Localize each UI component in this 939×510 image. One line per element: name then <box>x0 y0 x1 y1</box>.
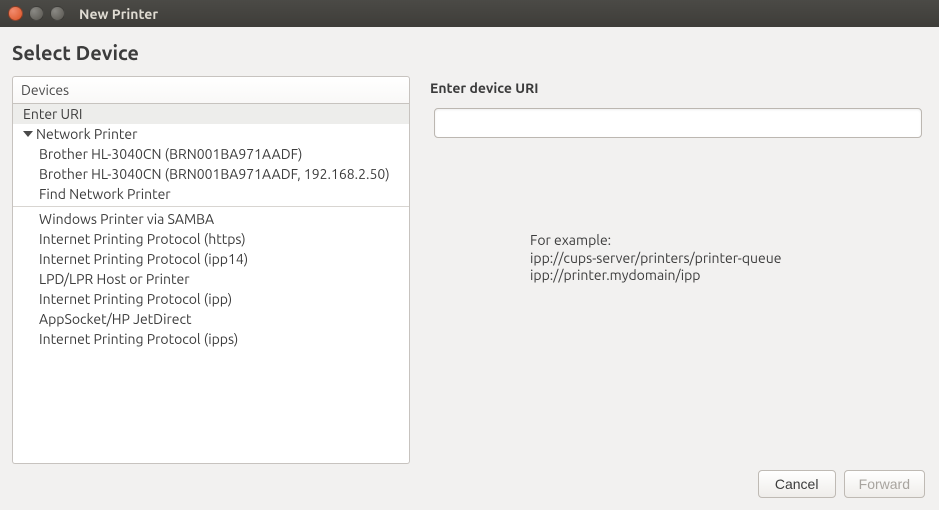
maximize-icon[interactable] <box>50 6 65 21</box>
content-area: Select Device Devices Enter URI Network … <box>0 27 939 476</box>
device-protocol-item[interactable]: AppSocket/HP JetDirect <box>13 309 409 329</box>
list-divider <box>13 206 409 207</box>
device-child-item[interactable]: Find Network Printer <box>13 184 409 204</box>
device-item-label: Network Printer <box>36 126 137 142</box>
forward-button: Forward <box>844 470 925 498</box>
device-protocol-item[interactable]: Windows Printer via SAMBA <box>13 209 409 229</box>
example-text: For example: ipp://cups-server/printers/… <box>530 232 927 285</box>
device-item-enter-uri[interactable]: Enter URI <box>13 104 409 124</box>
example-line: ipp://printer.mydomain/ipp <box>530 267 927 285</box>
device-protocol-item[interactable]: LPD/LPR Host or Printer <box>13 269 409 289</box>
chevron-down-icon <box>23 131 33 137</box>
minimize-icon[interactable] <box>29 6 44 21</box>
close-icon[interactable] <box>8 6 23 21</box>
page-title: Select Device <box>12 41 927 64</box>
devices-panel: Devices Enter URI Network Printer Brothe… <box>12 76 410 464</box>
device-child-item[interactable]: Brother HL-3040CN (BRN001BA971AADF, 192.… <box>13 164 409 184</box>
device-uri-input[interactable] <box>434 108 922 138</box>
device-protocol-item[interactable]: Internet Printing Protocol (ipps) <box>13 329 409 349</box>
titlebar: New Printer <box>0 0 939 27</box>
devices-list[interactable]: Enter URI Network Printer Brother HL-304… <box>12 104 410 464</box>
device-protocol-item[interactable]: Internet Printing Protocol (https) <box>13 229 409 249</box>
device-uri-panel: Enter device URI For example: ipp://cups… <box>430 76 927 464</box>
device-child-item[interactable]: Brother HL-3040CN (BRN001BA971AADF) <box>13 144 409 164</box>
dialog-footer: Cancel Forward <box>758 470 925 498</box>
example-line: ipp://cups-server/printers/printer-queue <box>530 250 927 268</box>
device-uri-heading: Enter device URI <box>430 80 927 96</box>
device-item-network-printer[interactable]: Network Printer <box>13 124 409 144</box>
device-protocol-item[interactable]: Internet Printing Protocol (ipp) <box>13 289 409 309</box>
window-buttons <box>8 6 65 21</box>
device-protocol-item[interactable]: Internet Printing Protocol (ipp14) <box>13 249 409 269</box>
devices-header: Devices <box>12 76 410 104</box>
example-label: For example: <box>530 232 927 250</box>
cancel-button[interactable]: Cancel <box>758 470 836 498</box>
window-title: New Printer <box>79 6 158 22</box>
